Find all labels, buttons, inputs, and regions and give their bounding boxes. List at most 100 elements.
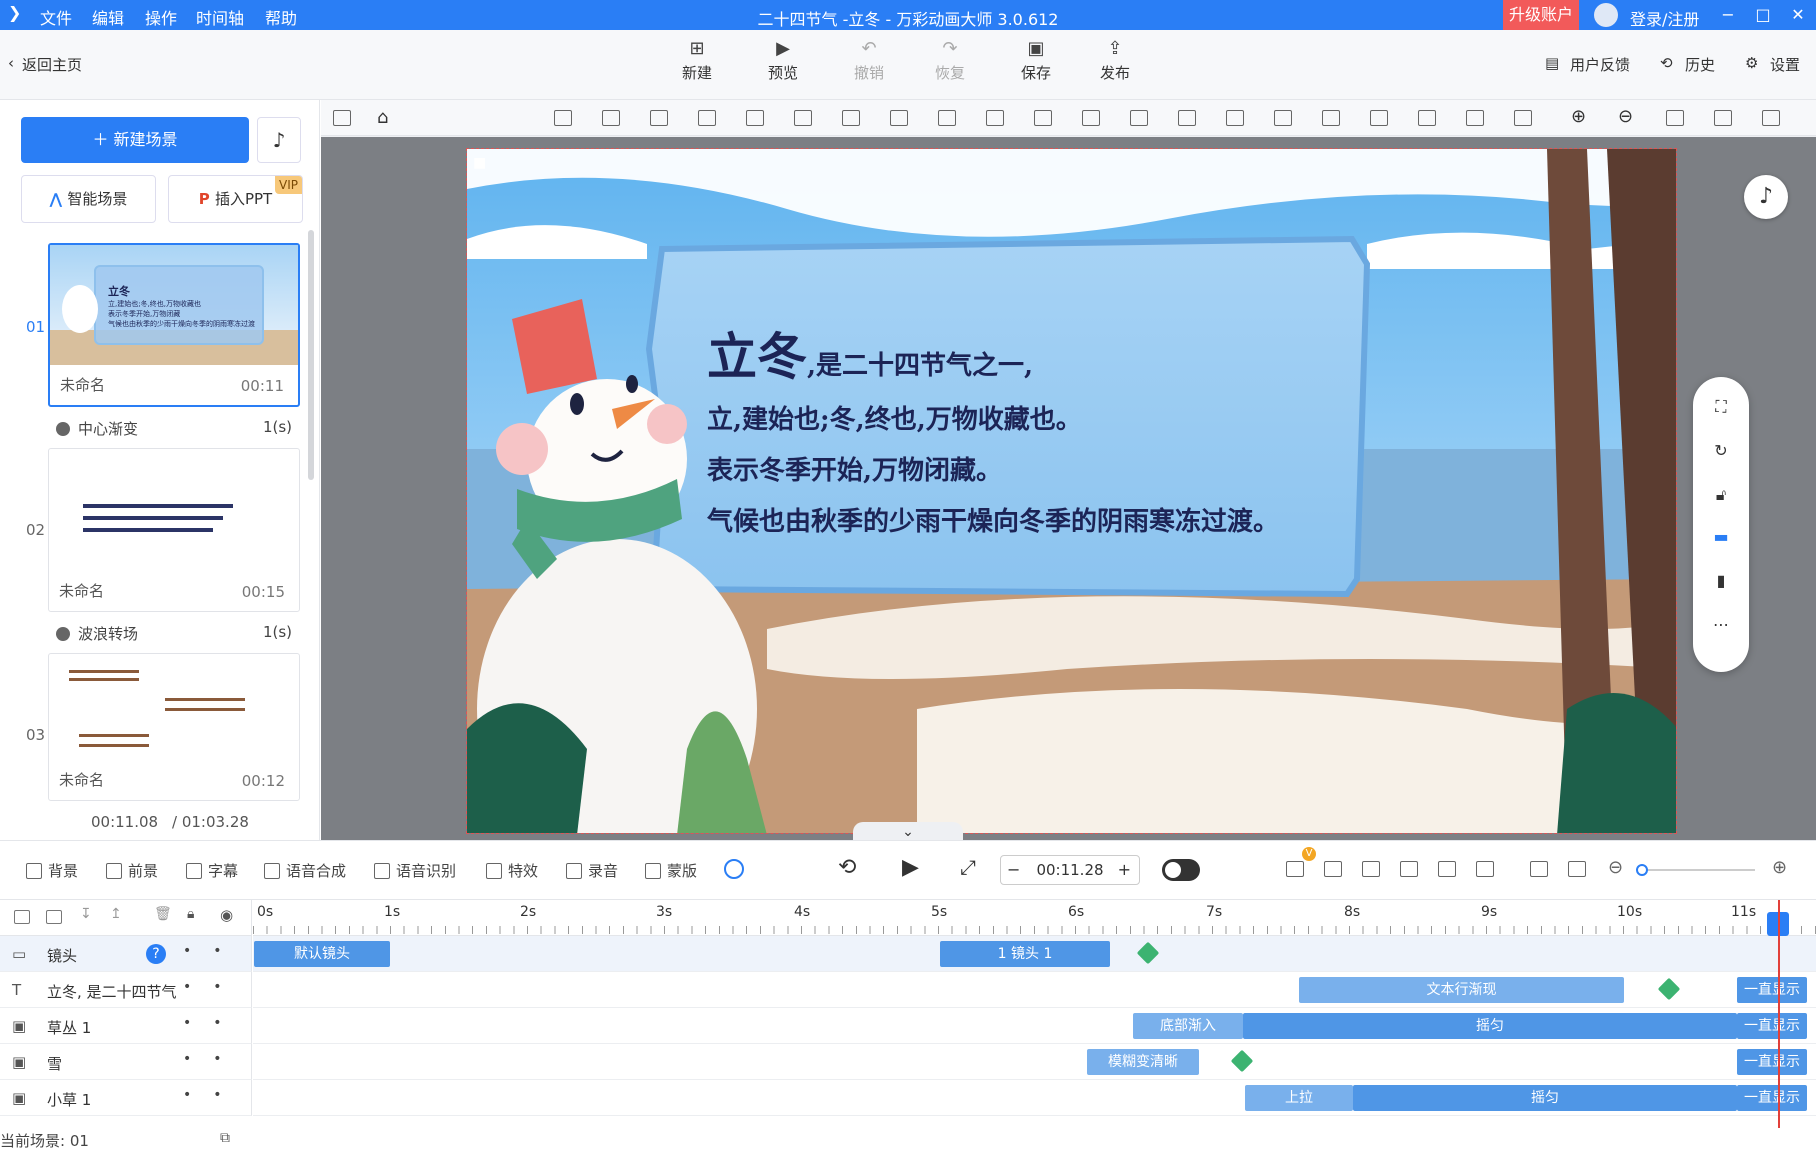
back-home-link[interactable]: 返回主页 bbox=[22, 54, 82, 75]
track-toggles[interactable]: •• bbox=[183, 1015, 244, 1031]
history-icon[interactable]: ⟲ bbox=[1660, 54, 1673, 72]
music-float-button[interactable]: ♪ bbox=[1744, 175, 1788, 219]
align-top-icon[interactable] bbox=[1034, 110, 1052, 126]
move-down-icon[interactable] bbox=[554, 110, 572, 126]
time-value[interactable]: 00:11.28 bbox=[1036, 861, 1103, 879]
clip[interactable]: 一直显示 bbox=[1737, 1085, 1807, 1111]
clip[interactable]: 模糊变清晰 bbox=[1087, 1049, 1199, 1075]
rotate-icon[interactable] bbox=[890, 110, 908, 126]
scene-text-block[interactable]: 立冬,是二十四节气之一, 立,建始也;冬,终也,万物收藏也。 表示冬季开始,万物… bbox=[707, 317, 1367, 538]
time-stepper[interactable]: − 00:11.28 + bbox=[1000, 855, 1140, 885]
close-icon[interactable]: ✕ bbox=[1783, 3, 1813, 27]
desktop-icon[interactable]: ▬ bbox=[1711, 527, 1731, 547]
align-middle-icon[interactable] bbox=[1514, 110, 1532, 126]
more-icon[interactable]: ⋯ bbox=[1711, 615, 1731, 635]
zoom-out-icon[interactable]: ⊖ bbox=[1618, 106, 1633, 127]
time-ruler[interactable]: 0s 1s 2s 3s 4s 5s 6s 7s 8s 9s 10s 11s bbox=[253, 900, 1816, 936]
scene-thumbnail-02[interactable]: 未命名 00:15 bbox=[48, 448, 300, 612]
clip[interactable]: 摇匀 bbox=[1353, 1085, 1737, 1111]
zoom-slider[interactable] bbox=[1636, 864, 1755, 876]
camera-icon[interactable] bbox=[1324, 861, 1342, 877]
distribute-v-icon[interactable] bbox=[1178, 110, 1196, 126]
toggle-switch[interactable] bbox=[1162, 859, 1200, 881]
time-plus-button[interactable]: + bbox=[1118, 856, 1131, 884]
help-icon[interactable]: ? bbox=[146, 944, 166, 964]
edit-icon[interactable] bbox=[1362, 861, 1380, 877]
tts-button[interactable]: 语音合成 bbox=[264, 860, 346, 881]
scene-list-scrollbar[interactable] bbox=[308, 230, 314, 480]
zoom-out-icon[interactable]: ⊖ bbox=[1608, 857, 1623, 878]
maximize-icon[interactable]: □ bbox=[1748, 3, 1778, 27]
foreground-button[interactable]: 前景 bbox=[106, 860, 158, 881]
move-up-icon[interactable] bbox=[602, 110, 620, 126]
align-right-icon[interactable] bbox=[1322, 110, 1340, 126]
upgrade-button[interactable]: 升级账户 bbox=[1503, 0, 1579, 30]
align-hcenter-icon[interactable] bbox=[1370, 110, 1388, 126]
unlock-icon[interactable] bbox=[1666, 110, 1684, 126]
keyframe-add-icon[interactable] bbox=[1657, 977, 1681, 1001]
new-scene-button[interactable]: ＋ 新建场景 bbox=[21, 117, 249, 163]
bracket-icon[interactable] bbox=[1286, 861, 1304, 877]
rotate-icon[interactable]: ↻ bbox=[1711, 441, 1731, 461]
grid-icon[interactable] bbox=[333, 110, 351, 126]
feedback-icon[interactable]: ▤ bbox=[1545, 54, 1559, 72]
fit-icon[interactable] bbox=[986, 110, 1004, 126]
redo-button[interactable]: ↷ 恢复 bbox=[920, 40, 980, 83]
insert-ppt-button[interactable]: P 插入PPT VIP bbox=[168, 175, 303, 223]
play-icon[interactable]: ▶ bbox=[902, 855, 919, 880]
publish-button[interactable]: ⇪ 发布 bbox=[1085, 40, 1145, 83]
avatar-icon[interactable] bbox=[1594, 3, 1618, 27]
align-bottom2-icon[interactable] bbox=[1466, 110, 1484, 126]
add-folder-icon[interactable] bbox=[14, 910, 30, 924]
eye-icon[interactable]: ◉ bbox=[220, 906, 233, 924]
clip[interactable]: 默认镜头 bbox=[254, 941, 390, 967]
zoom-slider-knob[interactable] bbox=[1636, 864, 1648, 876]
adjust-icon[interactable] bbox=[1476, 861, 1494, 877]
preview-button[interactable]: ▶ 预览 bbox=[753, 40, 813, 83]
clip[interactable]: 1 镜头 1 bbox=[940, 941, 1110, 967]
ratio-icon[interactable] bbox=[1568, 861, 1586, 877]
settings-icon[interactable]: ⚙ bbox=[1745, 54, 1758, 72]
new-button[interactable]: ⊞ 新建 bbox=[667, 40, 727, 83]
transition-item[interactable]: 波浪转场 1(s) bbox=[56, 623, 292, 644]
clip[interactable]: 一直显示 bbox=[1737, 977, 1807, 1003]
clip[interactable]: 摇匀 bbox=[1243, 1013, 1737, 1039]
move-down-icon[interactable]: ↧ bbox=[80, 906, 92, 922]
collapse-chevron-icon[interactable]: ⌄ bbox=[853, 822, 963, 840]
split-icon[interactable] bbox=[1400, 861, 1418, 877]
track-grass[interactable]: ▣ 草丛 1 •• bbox=[0, 1008, 252, 1044]
scene-thumbnail-01[interactable]: 立冬 立,建始也;冬,终也,万物收藏也 表示冬季开始,万物闭藏 气候也由秋季的少… bbox=[48, 243, 300, 407]
scene-thumbnail-03[interactable]: 未命名 00:12 bbox=[48, 653, 300, 801]
login-link[interactable]: 登录/注册 bbox=[1630, 6, 1699, 30]
time-minus-button[interactable]: − bbox=[1007, 856, 1020, 884]
track-small-grass[interactable]: ▣ 小草 1 •• bbox=[0, 1080, 252, 1116]
align-top2-icon[interactable] bbox=[1418, 110, 1436, 126]
track-snow[interactable]: ▣ 雪 •• bbox=[0, 1044, 252, 1080]
music-button[interactable]: ♪ bbox=[257, 117, 301, 163]
history-link[interactable]: 历史 bbox=[1685, 54, 1715, 75]
record-button[interactable]: 录音 bbox=[566, 860, 618, 881]
track-toggles[interactable]: •• bbox=[183, 1087, 244, 1103]
save-button[interactable]: ▣ 保存 bbox=[1006, 40, 1066, 83]
scene-canvas[interactable]: 立冬,是二十四节气之一, 立,建始也;冬,终也,万物收藏也。 表示冬季开始,万物… bbox=[466, 148, 1677, 834]
lock-icon[interactable]: 🔓︎ bbox=[1711, 485, 1731, 505]
flip-v-icon[interactable] bbox=[794, 110, 812, 126]
track-camera[interactable]: ▭ 镜头 ? •• bbox=[0, 936, 252, 972]
filter-icon[interactable] bbox=[1438, 861, 1456, 877]
lock-icon[interactable]: 🔒︎ bbox=[187, 906, 194, 922]
transition-item[interactable]: 中心渐变 1(s) bbox=[56, 418, 292, 439]
lock-icon[interactable] bbox=[842, 110, 860, 126]
paste-icon[interactable] bbox=[1762, 110, 1780, 126]
clip[interactable]: 一直显示 bbox=[1737, 1013, 1807, 1039]
track-toggles[interactable]: •• bbox=[183, 979, 244, 995]
copy-icon[interactable] bbox=[1714, 110, 1732, 126]
asr-button[interactable]: 语音识别 bbox=[374, 860, 456, 881]
smart-scene-button[interactable]: ⋀ 智能场景 bbox=[21, 175, 156, 223]
replay-icon[interactable]: ⟲ bbox=[838, 855, 856, 880]
clip[interactable]: 底部渐入 bbox=[1133, 1013, 1243, 1039]
copy-icon[interactable]: ⧉ bbox=[220, 1130, 230, 1146]
move-up-icon[interactable]: ↥ bbox=[110, 906, 122, 922]
undo-button[interactable]: ↶ 撤销 bbox=[839, 40, 899, 83]
track-text[interactable]: T 立冬, 是二十四节气 •• bbox=[0, 972, 252, 1008]
track-toggles[interactable]: •• bbox=[183, 1051, 244, 1067]
